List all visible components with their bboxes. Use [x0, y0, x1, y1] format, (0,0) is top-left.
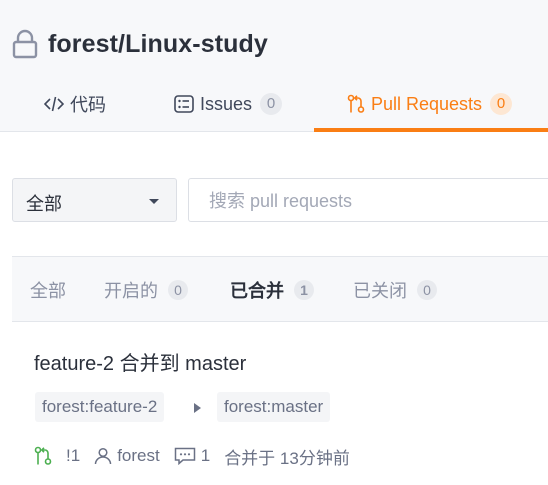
search-box[interactable]: [188, 178, 548, 222]
status-select[interactable]: 全部: [12, 178, 177, 222]
chevron-down-icon: [149, 199, 159, 204]
issues-icon: [174, 95, 194, 113]
filter-open-count: 0: [168, 280, 188, 300]
pull-request-author[interactable]: forest: [117, 446, 160, 466]
filter-all-label: 全部: [30, 281, 66, 301]
filter-closed-count: 0: [417, 280, 437, 300]
merged-icon: [34, 446, 52, 465]
pull-request-meta: !1 forest 1 合并于 13分钟前: [34, 443, 350, 469]
filter-open[interactable]: 开启的 0: [104, 277, 188, 303]
filter-merged-label: 已合并: [230, 281, 284, 301]
filter-all[interactable]: 全部: [30, 277, 66, 303]
status-select-value: 全部: [26, 194, 62, 214]
pull-request-panel: 全部 开启的 0 已合并 1 已关闭 0 feature-2 合并到 maste…: [12, 256, 548, 485]
search-input[interactable]: [207, 189, 541, 213]
filter-bar: 全部 开启的 0 已合并 1 已关闭 0: [12, 257, 548, 322]
active-tab-indicator: [314, 128, 548, 132]
tab-issues-label: Issues: [200, 93, 253, 114]
tab-pull-requests[interactable]: Pull Requests 0: [347, 90, 513, 118]
tab-issues-count: 0: [260, 93, 283, 115]
filter-merged[interactable]: 已合并 1: [230, 277, 314, 303]
pull-request-status: 合并于 13分钟前: [224, 448, 350, 468]
pull-request-comment-count: 1: [200, 446, 211, 465]
repo-name[interactable]: forest/Linux-study: [48, 30, 268, 59]
filter-closed[interactable]: 已关闭 0: [353, 277, 437, 303]
pull-request-title[interactable]: feature-2 合并到 master: [34, 347, 246, 376]
source-branch[interactable]: forest:feature-2: [35, 392, 165, 422]
caret-right-icon: [194, 403, 201, 413]
filter-open-label: 开启的: [104, 281, 158, 301]
tab-issues[interactable]: Issues 0: [174, 90, 283, 118]
pull-request-number[interactable]: !1: [66, 446, 80, 466]
repo-title: forest/Linux-study: [12, 26, 268, 62]
tab-code[interactable]: 代码: [44, 90, 106, 118]
filter-closed-label: 已关闭: [353, 281, 407, 301]
tab-code-label: 代码: [70, 95, 106, 115]
code-icon: [44, 96, 64, 112]
filter-merged-count: 1: [294, 280, 314, 300]
tab-pull-requests-count: 0: [490, 93, 513, 115]
user-icon: [94, 447, 112, 465]
pull-request-icon: [347, 94, 365, 113]
lock-icon: [12, 29, 38, 59]
target-branch[interactable]: forest:master: [217, 392, 331, 422]
comment-icon: [174, 447, 195, 465]
tab-pull-requests-label: Pull Requests: [371, 93, 483, 114]
